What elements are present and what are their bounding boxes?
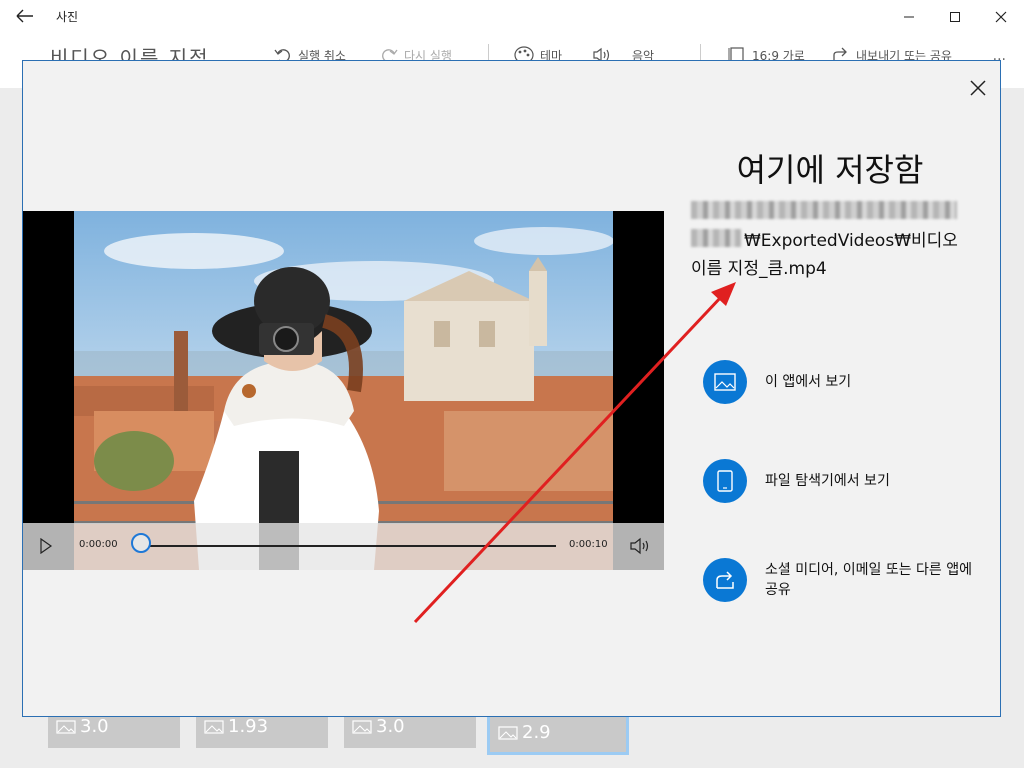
storyboard-thumbnail-selected[interactable]: 2.9	[487, 713, 629, 755]
share-action[interactable]: 소셜 미디어, 이메일 또는 다른 앱에 공유	[703, 558, 975, 602]
volume-icon[interactable]	[629, 537, 653, 555]
tablet-icon	[717, 470, 733, 492]
save-path-line2: 이름 지정_큼.mp4	[691, 259, 827, 279]
redacted-path	[691, 229, 741, 247]
seek-handle[interactable]	[131, 533, 151, 553]
close-icon	[970, 80, 986, 96]
play-icon[interactable]	[39, 538, 53, 554]
back-button[interactable]	[14, 6, 36, 26]
minimize-button[interactable]	[886, 0, 932, 32]
image-icon	[204, 719, 224, 734]
maximize-icon	[950, 12, 960, 22]
close-window-button[interactable]	[978, 0, 1024, 32]
thumbnail-duration: 2.9	[522, 722, 551, 743]
view-in-app-action[interactable]: 이 앱에서 보기	[703, 360, 975, 404]
image-icon	[56, 719, 76, 734]
app-title: 사진	[56, 10, 79, 24]
total-time: 0:00:10	[569, 539, 608, 550]
save-location-heading: 여기에 저장함	[736, 151, 924, 189]
export-complete-dialog: 0:00:00 0:00:10 여기에 저장함 ₩ExportedVideos₩…	[22, 60, 1001, 717]
video-player[interactable]: 0:00:00 0:00:10	[23, 211, 664, 570]
share-icon	[716, 571, 734, 589]
seek-bar[interactable]	[143, 545, 556, 547]
thumbnail-duration: 1.93	[228, 716, 269, 737]
storyboard-thumbnail[interactable]: 3.0	[48, 712, 180, 748]
image-icon	[498, 725, 518, 740]
storyboard-thumbnail[interactable]: 1.93	[196, 712, 328, 748]
redacted-path	[691, 201, 957, 219]
save-path-line1: ₩ExportedVideos₩비디오	[744, 231, 958, 251]
current-time: 0:00:00	[79, 539, 118, 550]
share-label: 소셜 미디어, 이메일 또는 다른 앱에 공유	[765, 562, 973, 598]
minimize-icon	[904, 16, 914, 18]
player-controls: 0:00:00 0:00:10	[23, 523, 664, 570]
thumbnail-duration: 3.0	[376, 716, 405, 737]
close-icon	[995, 11, 1007, 23]
back-arrow-icon	[16, 9, 33, 23]
video-frame-image	[74, 211, 613, 570]
view-in-explorer-action[interactable]: 파일 탐색기에서 보기	[703, 459, 975, 503]
storyboard-thumbnail[interactable]: 3.0	[344, 712, 476, 748]
dialog-close-button[interactable]	[963, 73, 993, 103]
thumbnail-duration: 3.0	[80, 716, 109, 737]
maximize-button[interactable]	[932, 0, 978, 32]
view-in-app-label: 이 앱에서 보기	[765, 374, 852, 390]
title-bar: 사진	[0, 0, 1024, 32]
image-icon	[352, 719, 372, 734]
view-in-explorer-label: 파일 탐색기에서 보기	[765, 473, 890, 489]
image-icon	[714, 373, 736, 391]
